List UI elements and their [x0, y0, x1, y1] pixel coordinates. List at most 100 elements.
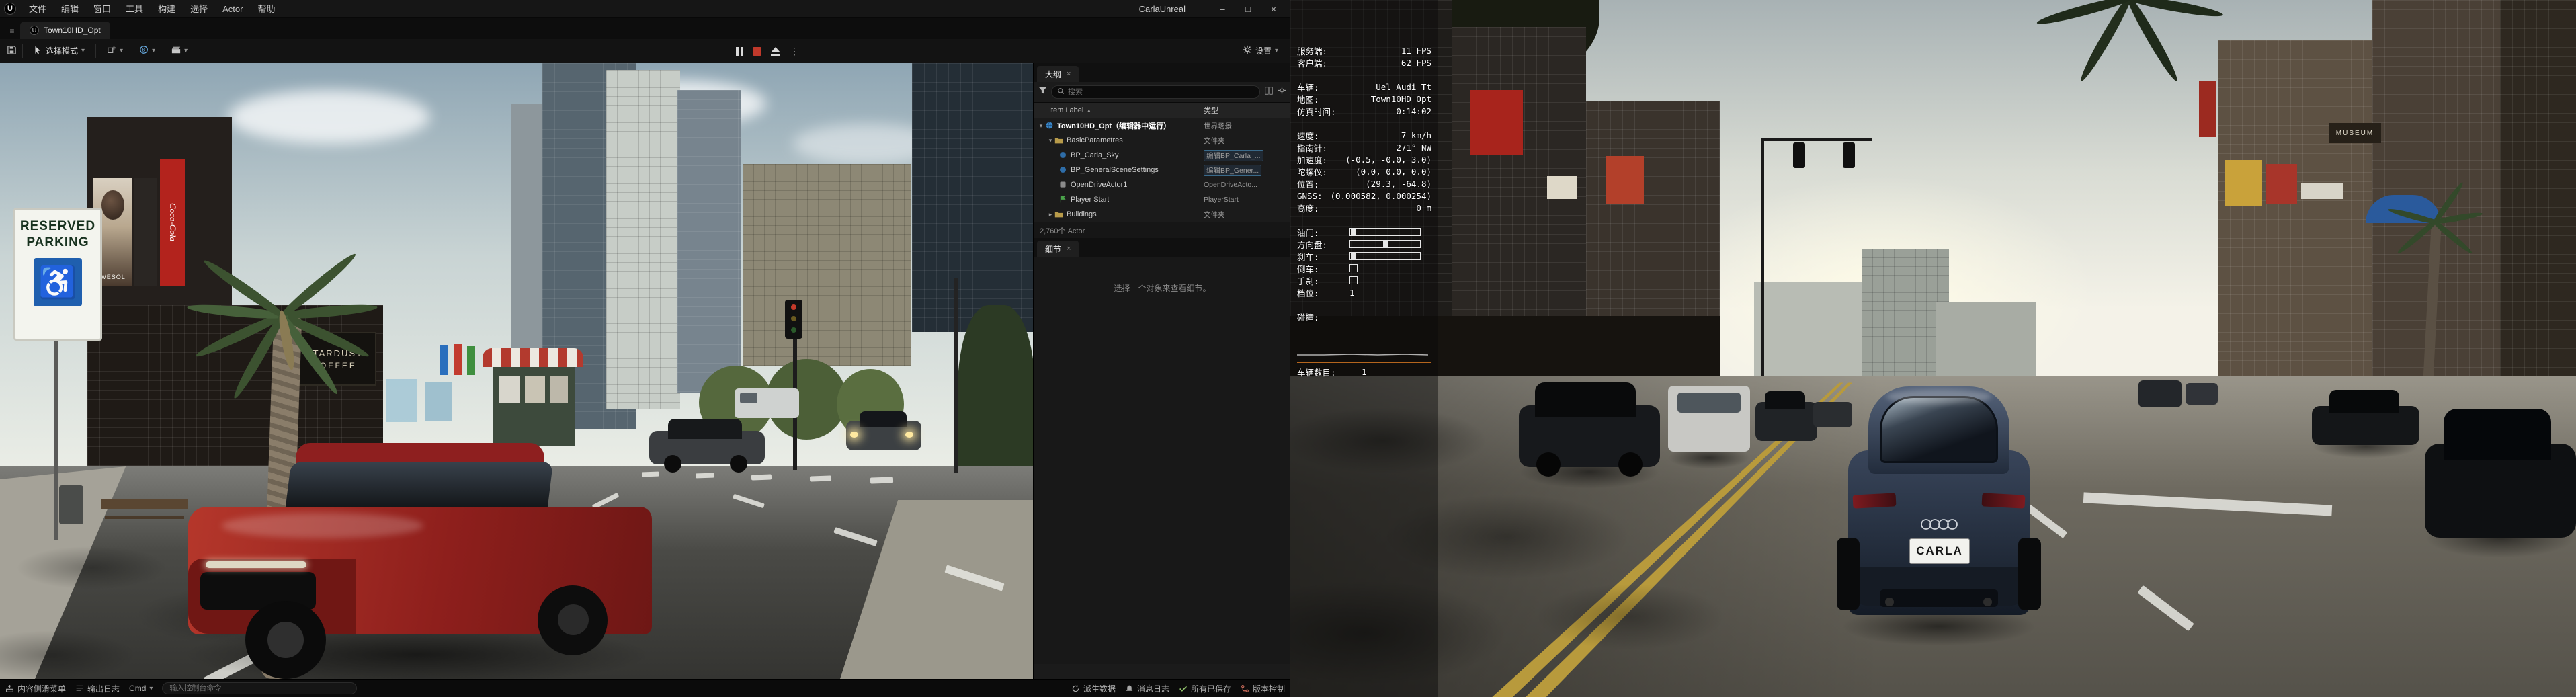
filter-icon[interactable] — [1038, 86, 1047, 98]
outliner-search-input[interactable] — [1068, 88, 1254, 96]
car-glass — [2329, 390, 2399, 413]
toolbar-separator — [95, 44, 96, 58]
outliner-row-folder-basicparametres[interactable]: ▾ BasicParametres 文件夹 — [1034, 133, 1290, 148]
save-icon[interactable] — [7, 45, 17, 57]
tab-details[interactable]: 细节 × — [1037, 241, 1079, 257]
close-icon[interactable]: × — [1067, 70, 1071, 78]
actor-count: 2,760个 Actor — [1040, 225, 1085, 236]
row-type-link[interactable]: 编辑BP_Gener... — [1204, 165, 1261, 176]
level-viewport[interactable]: WESOL Coca-Cola STARDUST COFFEE — [0, 63, 1033, 679]
car-wheel — [664, 455, 681, 473]
select-cursor-icon — [34, 46, 42, 56]
svg-text:B: B — [142, 48, 146, 53]
chevron-down-icon: ▾ — [184, 47, 188, 54]
row-label: OpenDriveActor1 — [1071, 181, 1127, 189]
column-item-label[interactable]: Item Label — [1034, 106, 1083, 114]
all-saved-indicator[interactable]: 所有已保存 — [1179, 683, 1231, 694]
columns-icon[interactable] — [1264, 86, 1274, 99]
menu-select[interactable]: 选择 — [183, 0, 215, 18]
message-log-button[interactable]: 消息日志 — [1125, 683, 1169, 694]
menu-actor[interactable]: Actor — [215, 0, 250, 18]
close-icon[interactable]: × — [1067, 245, 1071, 253]
row-type-link[interactable]: 编辑BP_Carla_... — [1204, 150, 1263, 161]
traffic-light-green — [791, 327, 796, 333]
row-label: Buildings — [1067, 210, 1097, 218]
column-type[interactable]: 类型 — [1204, 105, 1218, 116]
details-empty-message: 选择一个对象来查看细节。 — [1114, 284, 1210, 293]
blueprints-dropdown[interactable]: B ▾ — [134, 42, 161, 59]
outliner-row-world[interactable]: ▾ Town10HD_Opt（编辑器中运行） 世界场景 — [1034, 118, 1290, 133]
wheelchair-icon: ♿ — [34, 258, 82, 306]
play-options-icon[interactable]: ⋮ — [790, 46, 799, 57]
outliner-tab-label: 大纲 — [1045, 69, 1061, 80]
add-actor-dropdown[interactable]: ▾ — [101, 42, 128, 59]
outliner-row-folder-buildings[interactable]: ▸ Buildings 文件夹 — [1034, 207, 1290, 222]
editor-mode-dropdown[interactable]: 选择模式 ▾ — [28, 42, 90, 59]
outliner-column-header[interactable]: Item Label ▲ 类型 — [1034, 102, 1290, 118]
vehicle-count-value: 1 — [1362, 367, 1367, 377]
eject-button[interactable] — [771, 47, 780, 56]
lit-window — [425, 382, 452, 421]
pause-button[interactable] — [736, 47, 743, 56]
all-saved-label: 所有已保存 — [1191, 683, 1231, 694]
street-pole — [954, 278, 958, 473]
building-midrise — [743, 164, 911, 366]
menu-tools[interactable]: 工具 — [118, 0, 151, 18]
expander-icon[interactable]: ▸ — [1046, 211, 1054, 218]
console-command-input[interactable] — [162, 682, 357, 694]
taillight-right — [1982, 493, 2026, 508]
row-label: Town10HD_Opt（编辑器中运行） — [1057, 120, 1171, 131]
expander-icon[interactable]: ▾ — [1037, 122, 1045, 130]
carla-spectator-window[interactable]: MUSEUM — [1290, 0, 2576, 697]
cinematics-dropdown[interactable]: ▾ — [166, 42, 193, 59]
street-banner-blue — [440, 345, 448, 375]
content-drawer-label: 内容侧滑菜单 — [17, 683, 66, 694]
cmd-dropdown[interactable]: Cmd ▾ — [129, 684, 153, 693]
menu-build[interactable]: 构建 — [151, 0, 183, 18]
outliner-row-opendriveactor[interactable]: OpenDriveActor1 OpenDriveActo... — [1034, 177, 1290, 192]
derived-data-label: 派生数据 — [1083, 683, 1116, 694]
row-type: 文件夹 — [1204, 136, 1225, 146]
derived-data-button[interactable]: 派生数据 — [1071, 683, 1116, 694]
wheel-rim — [558, 604, 589, 635]
row-type: 世界场景 — [1204, 121, 1232, 131]
stop-button[interactable] — [753, 47, 761, 56]
outliner-row-bp-carla-sky[interactable]: BP_Carla_Sky 编辑BP_Carla_... — [1034, 148, 1290, 163]
folder-icon — [1054, 210, 1064, 219]
kiosk-poster — [525, 376, 545, 403]
menu-file[interactable]: 文件 — [22, 0, 54, 18]
close-button[interactable]: × — [1261, 0, 1286, 18]
menu-edit[interactable]: 编辑 — [54, 0, 86, 18]
revision-control-button[interactable]: 版本控制 — [1241, 683, 1285, 694]
expander-icon[interactable]: ▾ — [1046, 137, 1054, 145]
maximize-button[interactable]: □ — [1235, 0, 1261, 18]
hud-map: 地图:Town10HD_Opt — [1290, 93, 1438, 105]
status-bar: 内容侧滑菜单 输出日志 Cmd ▾ 派生数据 消息日志 所有已保 — [0, 679, 1290, 697]
menu-window[interactable]: 窗口 — [86, 0, 118, 18]
output-log-button[interactable]: 输出日志 — [75, 683, 120, 694]
player-start-icon — [1058, 195, 1068, 204]
crosswalk-dash — [696, 473, 714, 479]
shop-sign-red — [2266, 164, 2297, 204]
settings-label: 设置 — [1255, 45, 1272, 56]
hero-audi: CARLA — [1838, 386, 2040, 652]
museum-sign: MUSEUM — [2329, 123, 2381, 143]
message-log-label: 消息日志 — [1137, 683, 1169, 694]
content-drawer-button[interactable]: 内容侧滑菜单 — [5, 683, 66, 694]
outliner-row-bp-generalscenesettings[interactable]: BP_GeneralSceneSettings 编辑BP_Gener... — [1034, 163, 1290, 177]
outliner-settings-icon[interactable] — [1278, 86, 1286, 98]
tab-outliner[interactable]: 大纲 × — [1037, 66, 1079, 82]
outliner-row-player-start[interactable]: Player Start PlayerStart — [1034, 192, 1290, 207]
layout-menu-icon[interactable]: ≡ — [4, 26, 20, 36]
minimize-button[interactable]: – — [1210, 0, 1235, 18]
level-tab[interactable]: U Town10HD_Opt — [20, 22, 110, 39]
headlight-bar — [206, 561, 306, 568]
carla-hud-panel: 服务端:11 FPS 客户端:62 FPS 车辆:Uel Audi Tt 地图:… — [1290, 0, 1438, 697]
car-glass — [860, 411, 907, 427]
outliner-search-box[interactable] — [1051, 85, 1260, 99]
cola-sign-text: Coca-Cola — [167, 203, 178, 241]
billboard-poster-dark — [134, 178, 157, 286]
menu-help[interactable]: 帮助 — [250, 0, 282, 18]
add-cube-icon — [107, 45, 116, 56]
settings-dropdown[interactable]: 设置 ▾ — [1237, 42, 1284, 59]
